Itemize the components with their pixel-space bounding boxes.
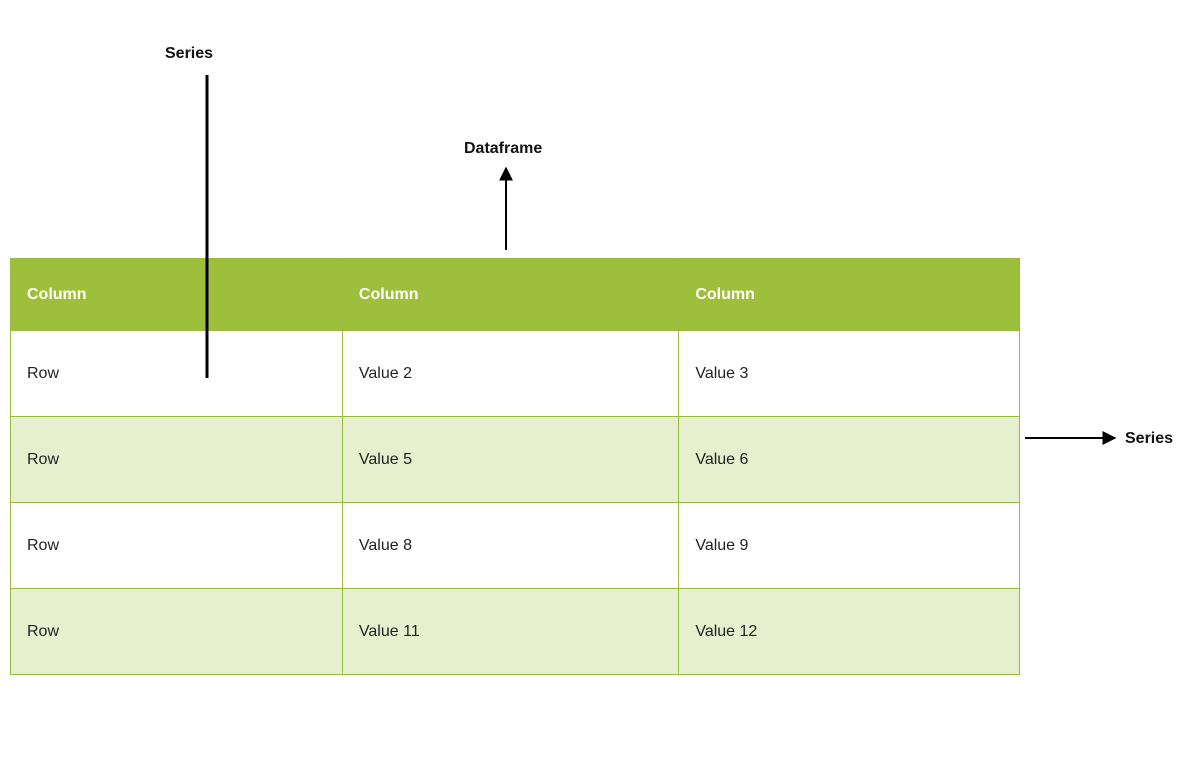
- series-column-label: Series: [165, 45, 213, 63]
- row-label-cell: Row: [11, 331, 343, 417]
- value-cell: Value 9: [679, 503, 1020, 589]
- value-cell: Value 12: [679, 589, 1020, 675]
- value-cell: Value 2: [342, 331, 678, 417]
- value-cell: Value 11: [342, 589, 678, 675]
- table-row: Row Value 2 Value 3: [11, 331, 1020, 417]
- series-row-label: Series: [1125, 430, 1173, 448]
- dataframe-label: Dataframe: [464, 140, 542, 158]
- table-header-row: Column Column Column: [11, 259, 1020, 331]
- row-label-cell: Row: [11, 503, 343, 589]
- value-cell: Value 8: [342, 503, 678, 589]
- column-header: Column: [679, 259, 1020, 331]
- column-header: Column: [11, 259, 343, 331]
- diagram-stage: Series Dataframe Series Column Column Co…: [0, 0, 1200, 768]
- value-cell: Value 3: [679, 331, 1020, 417]
- column-header: Column: [342, 259, 678, 331]
- table-row: Row Value 5 Value 6: [11, 417, 1020, 503]
- value-cell: Value 5: [342, 417, 678, 503]
- row-label-cell: Row: [11, 589, 343, 675]
- dataframe-table: Column Column Column Row Value 2 Value 3…: [10, 258, 1020, 675]
- table-row: Row Value 8 Value 9: [11, 503, 1020, 589]
- value-cell: Value 6: [679, 417, 1020, 503]
- table-row: Row Value 11 Value 12: [11, 589, 1020, 675]
- row-label-cell: Row: [11, 417, 343, 503]
